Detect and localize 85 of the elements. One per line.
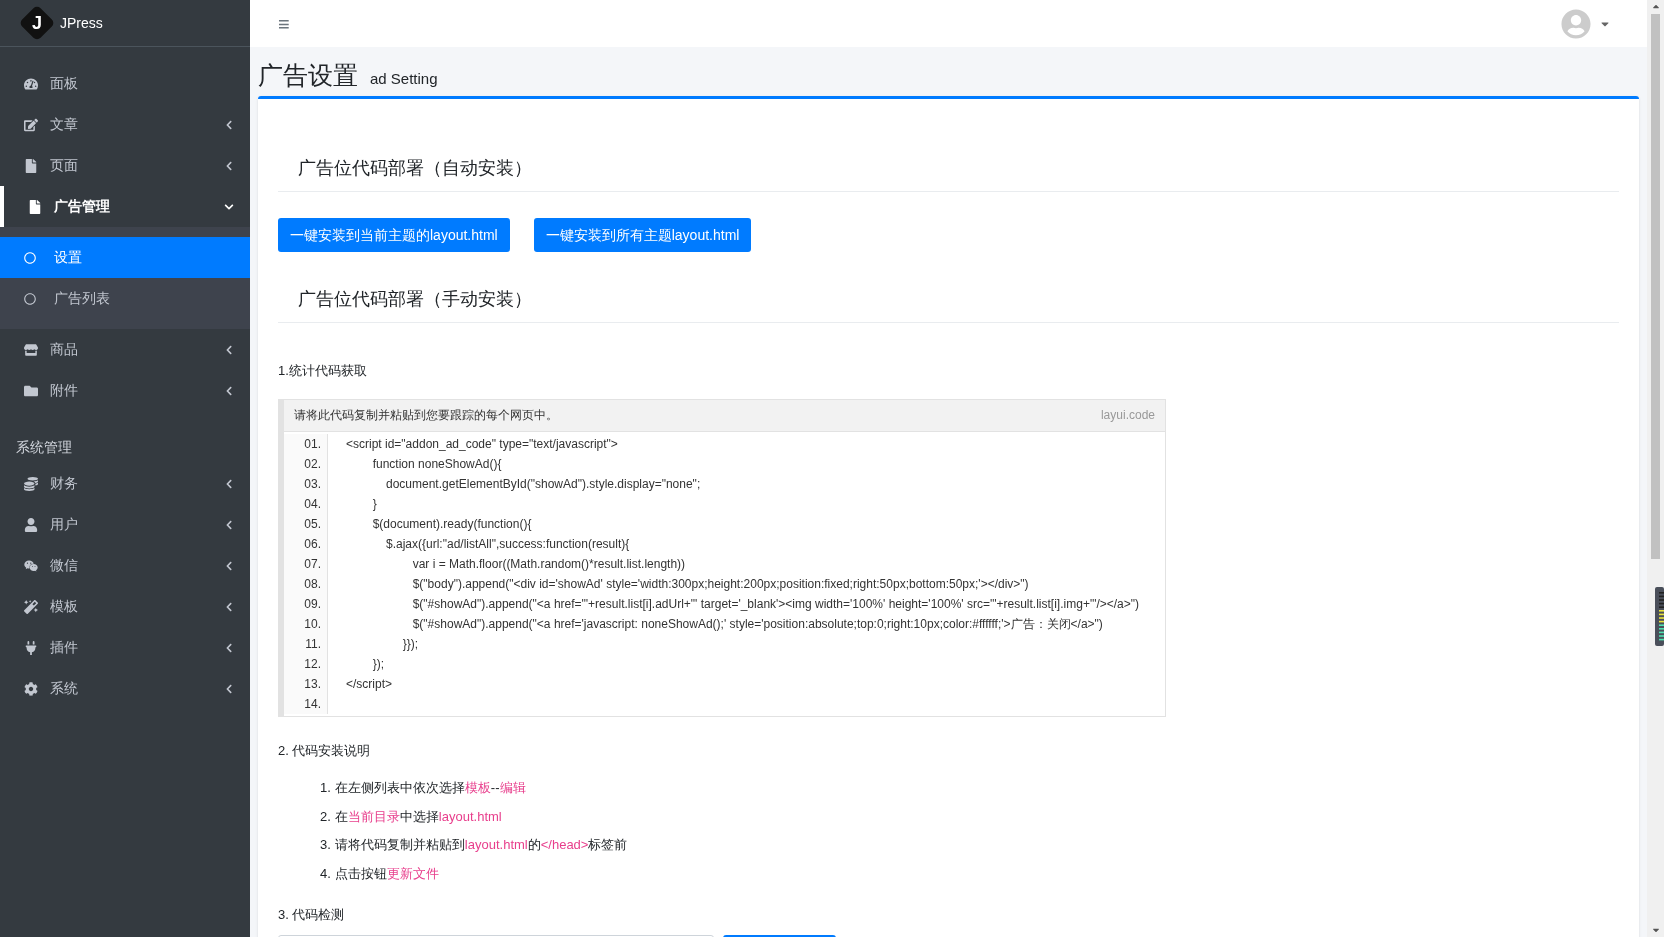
submenu-item[interactable]: 广告列表 [0, 278, 250, 319]
line-number: 03. [304, 475, 321, 493]
line-number: 09. [304, 595, 321, 613]
level-meter-icon [1655, 587, 1664, 646]
code-line: $.ajax({url:"ad/listAll",success:function(result){ [385, 535, 630, 553]
line-number: 14. [304, 695, 321, 713]
code-line: </script> [345, 675, 393, 693]
code-line: $("#showAd").append("<a href='javascript: noneShowAd();' style='position:absolute;top:0;right:10px;color:#ffffff;'>广告：关闭</a>") [411, 615, 1103, 633]
chevron-left-icon [224, 119, 234, 130]
chevron-left-icon [224, 344, 234, 355]
sidebar-item[interactable]: 模板 [0, 586, 250, 627]
chevron-left-icon [224, 560, 234, 571]
chevron-left-icon [224, 683, 234, 694]
step-title: 3. 代码检测 [278, 906, 346, 924]
code-tag: layui.code [1100, 406, 1155, 424]
code-line: function noneShowAd(){ [371, 455, 502, 473]
code-line: }}); [401, 635, 419, 653]
code-line: } [371, 495, 377, 513]
sidebar-item[interactable]: 文章 [0, 104, 250, 145]
chevron-left-icon [224, 642, 234, 653]
instruction-item: 1. 在左侧列表中依次选择模板--编辑 [320, 779, 527, 797]
sidebar-item[interactable]: 系统 [0, 668, 250, 709]
code-line: }); [371, 655, 384, 673]
sidebar-item[interactable]: 页面 [0, 145, 250, 186]
sidebar-item[interactable]: 商品 [0, 329, 250, 370]
brand-name[interactable]: JPress [60, 12, 103, 34]
folder-icon [24, 383, 38, 398]
chevron-left-icon [224, 519, 234, 530]
scrollbar[interactable] [1647, 0, 1664, 937]
user-icon [24, 517, 38, 532]
chevron-left-icon [224, 478, 234, 489]
settings-icon [24, 681, 38, 696]
line-number: 05. [304, 515, 321, 533]
sidebar-heading: 系统管理 [15, 437, 73, 457]
line-number: 13. [304, 675, 321, 693]
line-number: 02. [304, 455, 321, 473]
sidebar-item[interactable]: 财务 [0, 463, 250, 504]
submenu-item[interactable]: 设置 [0, 237, 250, 278]
store-icon [24, 342, 38, 357]
line-number: 07. [304, 555, 321, 573]
page-subtitle: ad Setting [370, 69, 438, 89]
coin-icon [24, 476, 38, 491]
install-button[interactable]: 一键安装到当前主题的layout.html [278, 218, 510, 252]
sidebar-item[interactable]: 用户 [0, 504, 250, 545]
page-title: 广告设置 [258, 60, 358, 91]
sidebar-item[interactable]: 微信 [0, 545, 250, 586]
menu-button[interactable]: ≡ [278, 13, 290, 34]
instruction-item: 4. 点击按钮更新文件 [320, 864, 440, 883]
step-title: 2. 代码安装说明 [278, 741, 372, 760]
chevron-left-icon [224, 385, 234, 396]
instruction-item: 3. 请将代码复制并粘贴到layout.html的</head>标签前 [320, 836, 629, 854]
code-line: document.getElementById("showAd").style.display="none"; [385, 475, 701, 493]
file-icon [24, 158, 38, 173]
code-line: var i = Math.floor((Math.random()*result.list.length)) [411, 555, 686, 573]
line-number: 06. [304, 535, 321, 553]
chevron-left-icon [224, 601, 234, 612]
section-heading: 广告位代码部署（手动安装） [278, 286, 1619, 323]
line-number: 08. [304, 575, 321, 593]
line-number: 12. [304, 655, 321, 673]
line-number: 10. [304, 615, 321, 633]
sidebar-item[interactable]: 附件 [0, 370, 250, 411]
instruction-item: 2. 在当前目录中选择layout.html [320, 807, 503, 826]
code-line: $("#showAd").append("<a href='"+result.list[i].adUrl+"' target='_blank'><img width='100%' height='100%' src='"+result.list[i].img+"'/></a>") [411, 595, 1140, 613]
edit-icon [24, 117, 38, 132]
code-line: $("body").append("<div id='showAd' style='width:300px;height:200px;position:fixed;right:50px;bottom:50px;'></div>") [411, 575, 1029, 593]
line-number: 11. [305, 635, 321, 653]
install-button[interactable]: 一键安装到所有主题layout.html [533, 218, 752, 252]
code-line: <script id="addon_ad_code" type="text/javascript"> [345, 435, 618, 453]
code-caption: 请将此代码复制并粘贴到您要跟踪的每个网页中。 [294, 407, 559, 424]
line-number: 04. [304, 495, 321, 513]
section-heading: 广告位代码部署（自动安装） [278, 155, 1619, 192]
gauge-icon [24, 76, 38, 91]
sidebar-item[interactable]: 插件 [0, 627, 250, 668]
chevron-left-icon [224, 160, 234, 171]
wand-icon [24, 599, 38, 614]
chevron-down-icon [224, 201, 234, 212]
line-number: 01. [304, 435, 321, 453]
file-icon [28, 199, 42, 214]
sidebar-item[interactable]: 面板 [0, 63, 250, 104]
scrollbar-thumb[interactable] [1651, 14, 1660, 559]
logo-icon: J [18, 4, 56, 42]
chat-bubbles-icon [24, 558, 38, 573]
code-line: $(document).ready(function(){ [371, 515, 532, 533]
step-title: 1.统计代码获取 [278, 362, 368, 380]
plug-icon [24, 640, 38, 655]
